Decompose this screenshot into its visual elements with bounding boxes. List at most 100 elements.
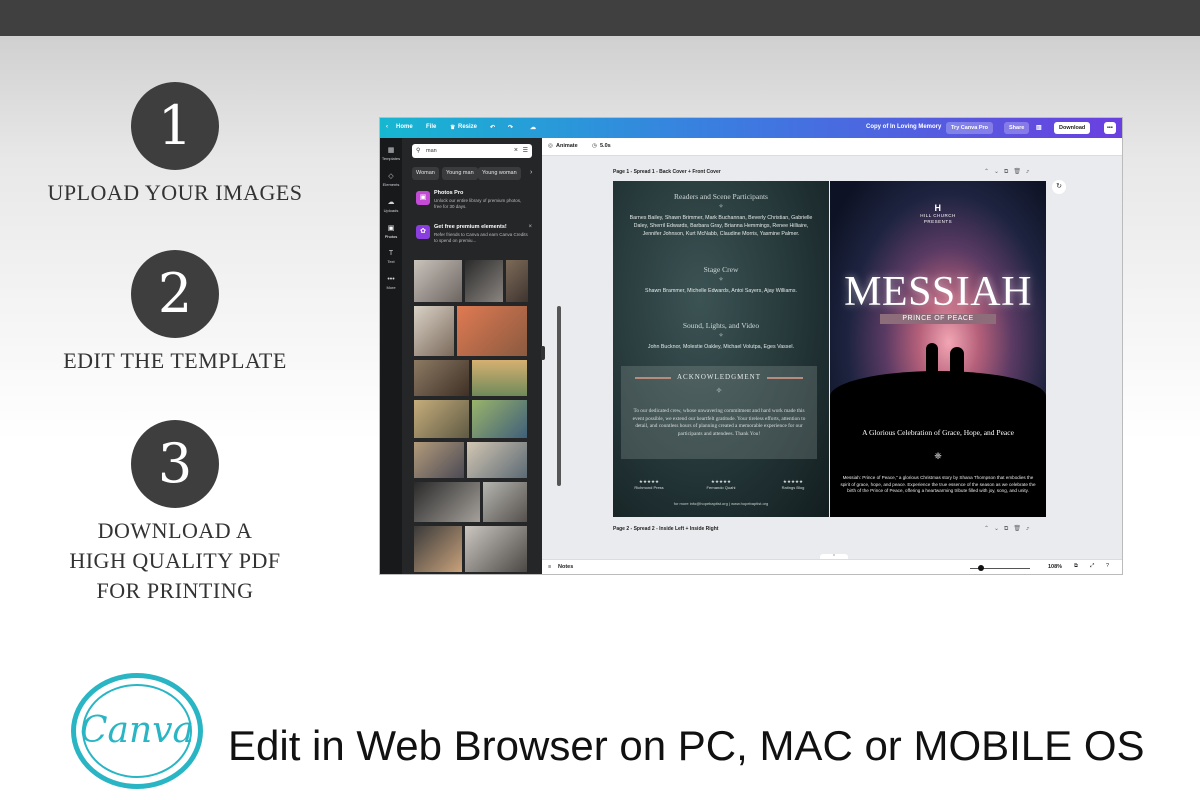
resize-button[interactable]: Resize [458,124,477,130]
gift-icon: ✿ [416,225,430,239]
more-options-button[interactable]: ••• [1104,122,1116,134]
step-2-text: EDIT THE TEMPLATE [63,348,287,373]
page-count-icon[interactable]: ⧉ [1074,563,1078,570]
back-cover[interactable]: Readers and Scene Participants ✧ Barnes … [613,181,829,517]
filter-icon[interactable]: ☰ [523,144,528,158]
rail-photos[interactable]: ▣ Photos [380,224,402,239]
panel-scrollbar[interactable] [557,306,561,486]
animate-icon: ◎ [548,143,553,149]
step-2-number: 2 [131,250,219,338]
chip-woman[interactable]: Woman [412,167,439,180]
review-1-name: Richmond Press [634,485,664,490]
ornament-icon: ✧ [718,277,724,283]
rail-uploads-label: Uploads [383,208,399,213]
canva-logo: Canva [71,673,203,789]
photo-search-input[interactable]: ⚲ man × ☰ [412,144,532,158]
photo-thumbnail[interactable] [457,306,527,356]
page-2-label: Page 2 - Spread 2 - Inside Left + Inside… [613,526,719,532]
review-2: ★★★★★ Fernando Quahi [691,479,751,490]
editor-toolbar: ◎ Animate ◷ 5.0s [542,138,1122,156]
rail-templates[interactable]: ▦ Templates [380,146,402,161]
step-3-text: DOWNLOAD A HIGH QUALITY PDF FOR PRINTING [30,516,320,606]
photo-thumbnail[interactable] [472,360,527,396]
try-pro-button[interactable]: Try Canva Pro [946,122,993,134]
step-3-number: 3 [131,420,219,508]
share-button[interactable]: Share [1004,122,1030,134]
photo-thumbnail[interactable] [467,442,527,478]
photo-thumbnail[interactable] [506,260,528,302]
more-options-label: ••• [1107,125,1113,131]
rail-text-label: Text [387,259,395,264]
ornament-icon: ❈ [934,451,942,461]
rail-text[interactable]: T Text [380,250,402,264]
photo-icon: ▣ [387,225,395,232]
duration-button[interactable]: 5.0s [600,143,611,149]
church-branding: H HILL CHURCH PRESENTS [830,203,1046,224]
photo-thumbnail[interactable] [472,400,527,438]
page-2-controls[interactable]: ⌃⌄⧉🗑⤴ [984,525,1034,533]
back-cover-heading-3: Sound, Lights, and Video [682,321,760,330]
refresh-icon[interactable]: ↻ [1052,180,1066,194]
help-icon[interactable]: ? [1106,563,1109,569]
cover-tagline: A Glorious Celebration of Grace, Hope, a… [862,428,1014,437]
clock-icon: ◷ [592,143,597,149]
step-1-number: 1 [131,82,219,170]
clear-icon[interactable]: × [514,144,518,158]
chip-young-woman[interactable]: Young woman [478,167,521,180]
photo-thumbnail[interactable] [414,526,462,572]
fullscreen-icon[interactable]: ⤢ [1090,563,1094,570]
panel-collapse-handle[interactable] [541,346,545,360]
back-cover-footer: for more info@hopebaptist.org | www.hope… [673,501,769,506]
notes-button[interactable]: Notes [558,564,573,570]
photo-thumbnail[interactable] [465,260,503,302]
photo-thumbnail[interactable] [414,482,480,522]
review-1: ★★★★★ Richmond Press [619,479,679,490]
try-pro-label: Try Canva Pro [951,125,988,131]
redo-icon[interactable]: ↷ [508,124,513,131]
home-button[interactable]: Home [396,124,413,130]
zoom-slider-handle[interactable] [978,565,984,571]
step-3-line-2: HIGH QUALITY PDF [69,548,281,573]
front-cover[interactable]: H HILL CHURCH PRESENTS MESSIAH PRINCE OF… [830,181,1046,517]
back-cover-para-1: Barnes Bailey, Shawn Brimmer, Mark Bucha… [629,215,813,237]
rail-uploads[interactable]: ☁ Uploads [380,198,402,213]
photo-thumbnail[interactable] [414,306,454,356]
insights-icon[interactable]: ▥ [1036,124,1042,131]
rail-more[interactable]: ••• More [380,276,402,290]
photo-thumbnail[interactable] [465,526,527,572]
figure-silhouette [926,343,938,375]
chip-young-man[interactable]: Young man [442,167,478,180]
photo-thumbnail[interactable] [414,260,462,302]
share-label: Share [1009,125,1025,131]
photo-thumbnail[interactable] [414,360,469,396]
text-icon: T [388,250,394,257]
photo-thumbnail[interactable] [483,482,527,522]
promo-photos-pro[interactable]: ▣ Photos Pro Unlock our entire library o… [412,188,534,216]
cover-title: MESSIAH [844,269,1032,315]
photo-thumbnail[interactable] [414,400,469,438]
rail-elements[interactable]: ◇ Elements [380,172,402,187]
back-chevron-icon[interactable]: ‹ [386,124,388,130]
spread-page-1[interactable]: Readers and Scene Participants ✧ Barnes … [613,181,1046,517]
side-rail: ▦ Templates ◇ Elements ☁ Uploads ▣ Photos TT… [380,138,402,574]
zoom-level[interactable]: 108% [1048,564,1062,570]
chips-next-icon[interactable]: › [530,169,532,176]
promo-referral[interactable]: ✿ Get free premium elements! Refer frien… [412,222,534,250]
download-button[interactable]: Download [1054,122,1091,134]
undo-icon[interactable]: ↶ [490,124,495,131]
animate-button[interactable]: Animate [556,143,578,149]
rail-photos-label: Photos [384,234,398,239]
file-menu[interactable]: File [426,124,436,130]
presents-label: PRESENTS [923,218,953,224]
search-value: man [426,148,437,154]
page-1-controls[interactable]: ⌃⌄⧉🗑⤴ [984,168,1034,176]
rail-more-label: More [386,285,396,290]
close-icon[interactable]: × [528,224,532,231]
step-2: 2 EDIT THE TEMPLATE [30,250,320,376]
promo-2-desc: Refer friends to Canva and earn Canva Cr… [434,232,528,243]
document-title[interactable]: Copy of In Loving Memory [866,124,941,130]
photo-thumbnail[interactable] [414,442,464,478]
back-cover-heading-1: Readers and Scene Participants [674,192,768,201]
canva-logo-text: Canva [80,710,194,751]
step-1-text: UPLOAD YOUR IMAGES [47,180,303,205]
